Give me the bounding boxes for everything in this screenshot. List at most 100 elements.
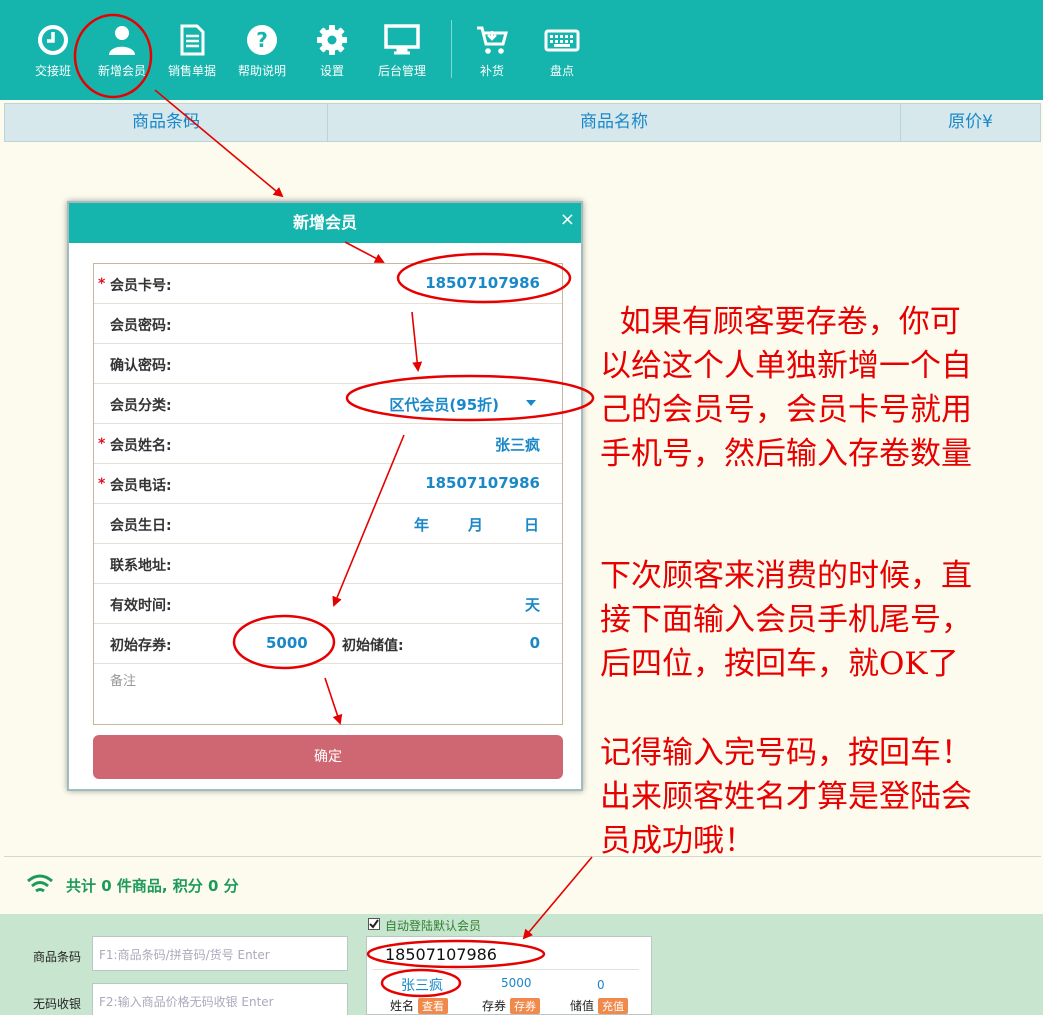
required-mark: * (98, 436, 106, 452)
address-label: 联系地址: (110, 558, 172, 574)
toolbar-label: 补货 (479, 64, 504, 78)
phone-row: * 会员电话: 18507107986 (94, 464, 562, 504)
document-icon (180, 24, 205, 56)
backend-admin-button[interactable]: 后台管理 (367, 24, 437, 79)
monitor-icon (384, 24, 420, 55)
confirm-password-field[interactable] (340, 354, 540, 374)
coupon-label: 存券 存券 (482, 997, 541, 1014)
auto-login-checkbox[interactable] (368, 918, 380, 930)
svg-text:?: ? (256, 28, 268, 52)
category-row: 会员分类: 区代会员(95折) (94, 384, 562, 424)
annotation-text-1: 如果有顾客要存卷，你可 以给这个人单独新增一个自 己的会员号，会员卡号就用 手机… (600, 304, 972, 472)
toolbar-label: 后台管理 (377, 64, 426, 78)
sales-records-button[interactable]: 销售单据 (157, 24, 227, 79)
name-row: * 会员姓名: 张三疯 (94, 424, 562, 464)
restock-button[interactable]: 补货 (457, 24, 527, 79)
card-no-label: 会员卡号: (110, 278, 172, 294)
confirm-button[interactable]: 确定 (93, 735, 563, 779)
confirm-password-label: 确认密码: (110, 358, 172, 374)
annotation-text-2: 下次顾客来消费的时候，直 接下面输入会员手机尾号， 后四位，按回车，就OK了 (600, 558, 972, 682)
toolbar-label: 新增会员 (97, 64, 146, 78)
clock-icon (38, 25, 68, 55)
init-stored-label: 初始储值: (342, 638, 404, 654)
shift-handover-button[interactable]: 交接班 (18, 24, 88, 79)
toolbar-label: 帮助说明 (237, 64, 286, 78)
valid-row: 有效时间: 天 (94, 584, 562, 624)
product-table-header: 商品条码 商品名称 原价¥ (4, 103, 1041, 142)
birthday-label: 会员生日: (110, 518, 172, 534)
password-field[interactable] (340, 314, 540, 334)
birthday-row: 会员生日: 年 月 日 (94, 504, 562, 544)
remark-textarea[interactable]: 备注 (110, 670, 136, 689)
barcode-label: 商品条码 (33, 950, 82, 964)
member-name-value: 张三疯 (401, 978, 443, 994)
keyboard-icon (544, 29, 580, 52)
toolbar-divider (451, 20, 452, 78)
check-icon (369, 919, 379, 929)
column-product-name[interactable]: 商品名称 (328, 104, 901, 141)
toolbar-label: 设置 (319, 64, 344, 78)
help-icon: ? (247, 25, 277, 55)
member-coupon-value: 5000 (501, 976, 532, 990)
recharge-button[interactable]: 充值 (598, 998, 629, 1014)
cart-summary: 共计 0 件商品, 积分 0 分 (4, 856, 1041, 914)
confirm-password-row: 确认密码: (94, 344, 562, 384)
member-form: * 会员卡号: 18507107986 会员密码: 确认密码: 会员分类: 区代… (93, 263, 563, 725)
summary-text: 共计 0 件商品, 积分 0 分 (66, 877, 239, 895)
column-original-price[interactable]: 原价¥ (901, 104, 1040, 141)
birth-year-field[interactable]: 年 (414, 514, 429, 535)
init-coupon-label: 初始存券: (110, 638, 172, 654)
card-no-field[interactable]: 18507107986 (425, 274, 540, 292)
birth-month-field[interactable]: 月 (468, 514, 483, 535)
phone-field[interactable]: 18507107986 (425, 474, 540, 492)
add-member-button[interactable]: 新增会员 (87, 24, 157, 79)
init-coupon-field[interactable]: 5000 (266, 634, 308, 652)
member-stored-value: 0 (597, 978, 605, 992)
toolbar-label: 盘点 (549, 64, 574, 78)
settings-button[interactable]: 设置 (297, 24, 367, 79)
category-label: 会员分类: (110, 398, 172, 414)
name-label: 姓名 查看 (390, 997, 449, 1014)
dialog-title: 新增会员 (69, 203, 581, 243)
cart-icon (477, 26, 508, 54)
phone-label: 会员电话: (110, 478, 172, 494)
member-panel: 18507107986 张三疯 5000 0 姓名 查看 存券 存券 储值 充值 (366, 936, 652, 1015)
password-row: 会员密码: (94, 304, 562, 344)
column-barcode[interactable]: 商品条码 (5, 104, 328, 141)
toolbar-label: 交接班 (34, 64, 71, 78)
coupon-button[interactable]: 存券 (510, 998, 541, 1014)
birth-day-field[interactable]: 日 (524, 514, 539, 535)
wifi-icon (27, 874, 53, 893)
member-name-field[interactable]: 张三疯 (495, 434, 540, 455)
auto-login-label: 自动登陆默认会员 (385, 919, 482, 933)
member-search-input[interactable]: 18507107986 (385, 945, 497, 964)
nocode-input[interactable]: F2:输入商品价格无码收银 Enter (92, 983, 348, 1015)
annotation-text-3: 记得输入完号码，按回车！ 出来顾客姓名才算是登陆会 员成功哦！ (600, 735, 972, 859)
nocode-label: 无码收银 (33, 997, 82, 1011)
password-label: 会员密码: (110, 318, 172, 334)
close-icon[interactable]: × (560, 203, 575, 237)
inventory-check-button[interactable]: 盘点 (527, 24, 597, 79)
member-divider (373, 969, 639, 970)
init-stored-field[interactable]: 0 (530, 634, 540, 652)
stored-label: 储值 充值 (570, 997, 629, 1014)
barcode-input[interactable]: F1:商品条码/拼音码/货号 Enter (92, 936, 348, 971)
required-mark: * (98, 476, 106, 492)
card-no-row: * 会员卡号: 18507107986 (94, 264, 562, 304)
address-row: 联系地址: (94, 544, 562, 584)
gear-icon (317, 25, 347, 55)
category-select[interactable]: 区代会员(95折) (389, 394, 499, 415)
add-member-dialog: 新增会员 × * 会员卡号: 18507107986 会员密码: 确认密码: 会… (67, 201, 583, 791)
initial-values-row: 初始存券: 5000 初始储值: 0 (94, 624, 562, 664)
view-member-button[interactable]: 查看 (418, 998, 449, 1014)
address-field[interactable] (290, 554, 540, 574)
required-mark: * (98, 276, 106, 292)
valid-days-field[interactable]: 天 (525, 594, 540, 615)
toolbar-label: 销售单据 (167, 64, 216, 78)
chevron-down-icon[interactable] (526, 400, 536, 407)
user-icon (109, 26, 135, 55)
help-button[interactable]: ? 帮助说明 (227, 24, 297, 79)
main-toolbar: 交接班 新增会员 销售单据 ? 帮助说明 设置 后台管理 补货 盘点 (0, 0, 1043, 100)
member-name-label: 会员姓名: (110, 438, 172, 454)
valid-time-label: 有效时间: (110, 598, 172, 614)
